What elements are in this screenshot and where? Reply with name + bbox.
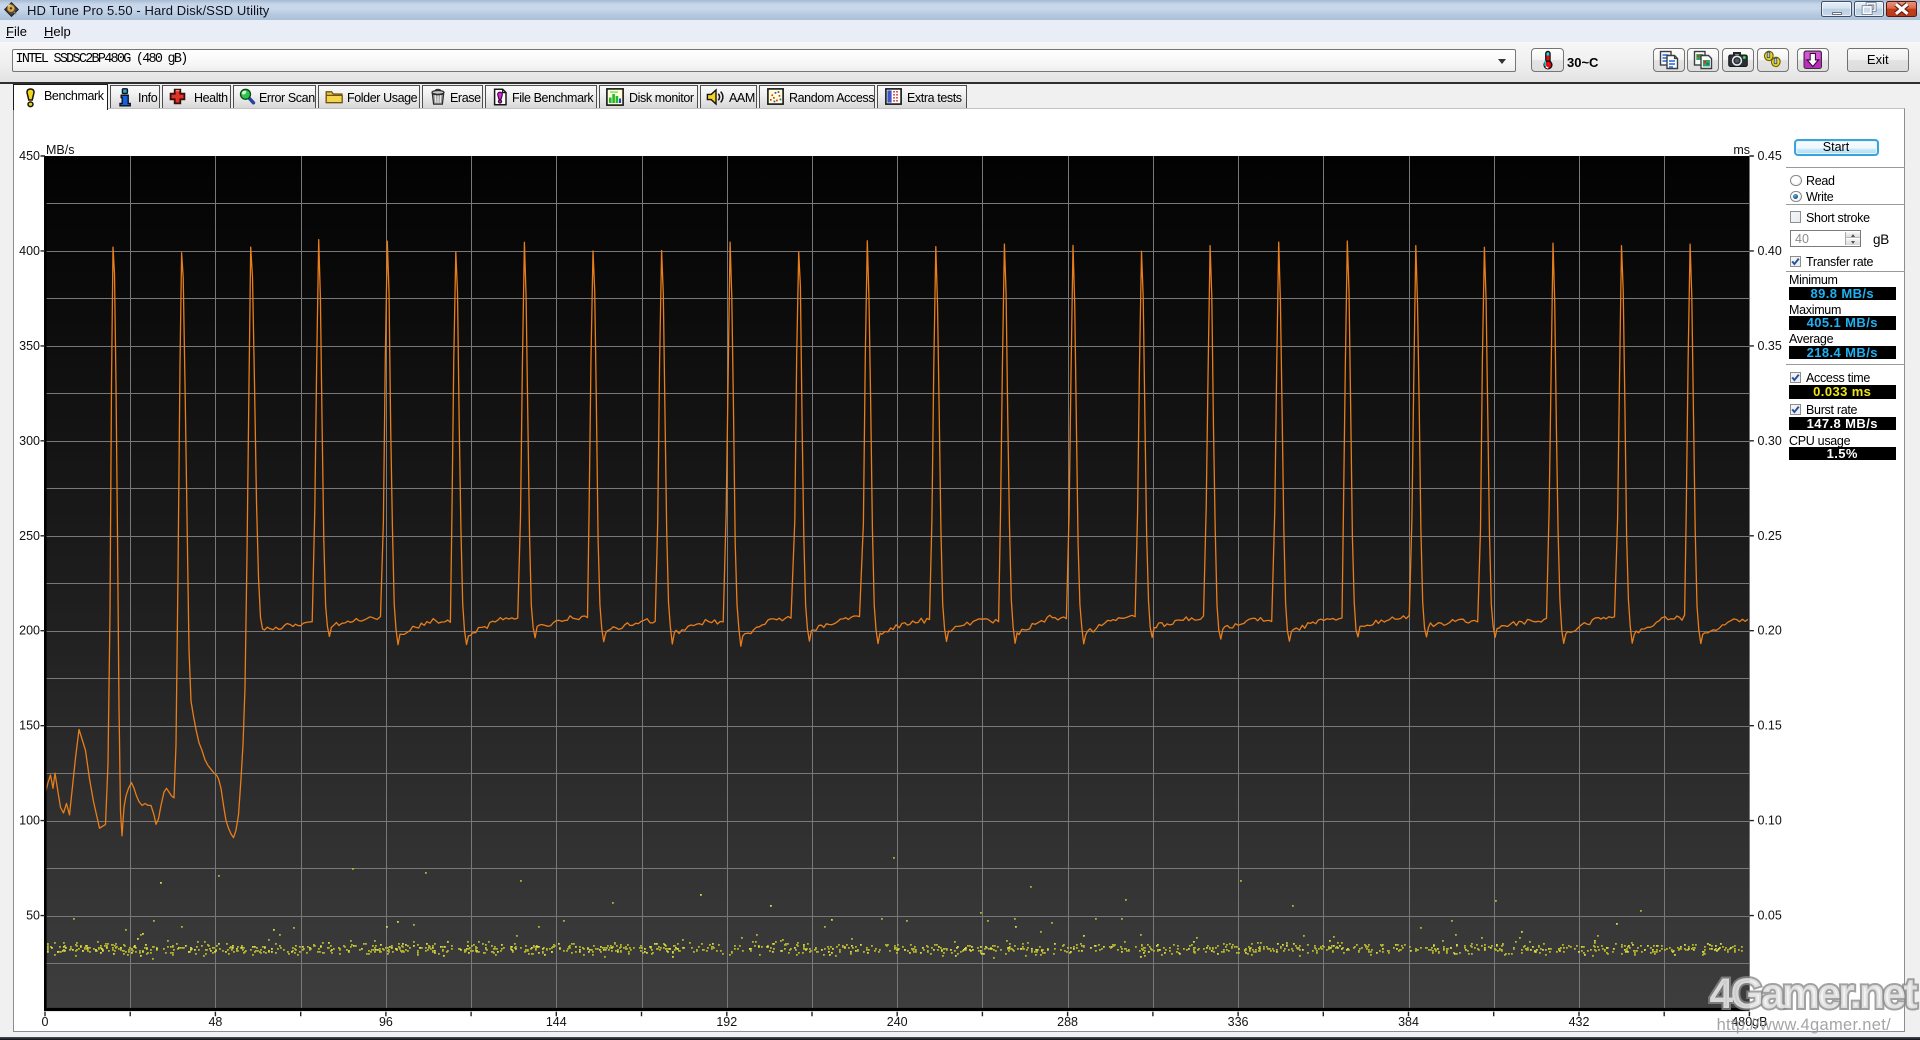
svg-text:0.35: 0.35	[1758, 339, 1782, 353]
svg-text:0.40: 0.40	[1758, 244, 1782, 258]
svg-text:288: 288	[1057, 1015, 1078, 1029]
svg-text:300: 300	[19, 434, 40, 448]
svg-text:0: 0	[42, 1015, 49, 1029]
svg-text:192: 192	[716, 1015, 737, 1029]
svg-text:144: 144	[546, 1015, 567, 1029]
svg-text:0.30: 0.30	[1758, 434, 1782, 448]
svg-text:96: 96	[379, 1015, 393, 1029]
svg-text:0.45: 0.45	[1758, 149, 1782, 163]
svg-text:350: 350	[19, 339, 40, 353]
svg-text:400: 400	[19, 244, 40, 258]
svg-text:http://www.4gamer.net/: http://www.4gamer.net/	[1717, 1016, 1892, 1034]
svg-text:0.15: 0.15	[1758, 719, 1782, 733]
svg-text:ms: ms	[1733, 143, 1750, 157]
svg-text:50: 50	[26, 909, 40, 923]
svg-text:336: 336	[1228, 1015, 1249, 1029]
svg-text:450: 450	[19, 149, 40, 163]
svg-text:250: 250	[19, 529, 40, 543]
svg-text:384: 384	[1398, 1015, 1419, 1029]
svg-text:100: 100	[19, 814, 40, 828]
svg-text:48: 48	[208, 1015, 222, 1029]
svg-text:200: 200	[19, 624, 40, 638]
svg-text:0.10: 0.10	[1758, 814, 1782, 828]
svg-text:MB/s: MB/s	[46, 143, 74, 157]
svg-text:4Gamer.net: 4Gamer.net	[1709, 971, 1917, 1018]
svg-text:0.05: 0.05	[1758, 909, 1782, 923]
svg-text:432: 432	[1569, 1015, 1590, 1029]
svg-text:240: 240	[887, 1015, 908, 1029]
svg-text:0.25: 0.25	[1758, 529, 1782, 543]
svg-text:150: 150	[19, 719, 40, 733]
svg-text:0.20: 0.20	[1758, 624, 1782, 638]
